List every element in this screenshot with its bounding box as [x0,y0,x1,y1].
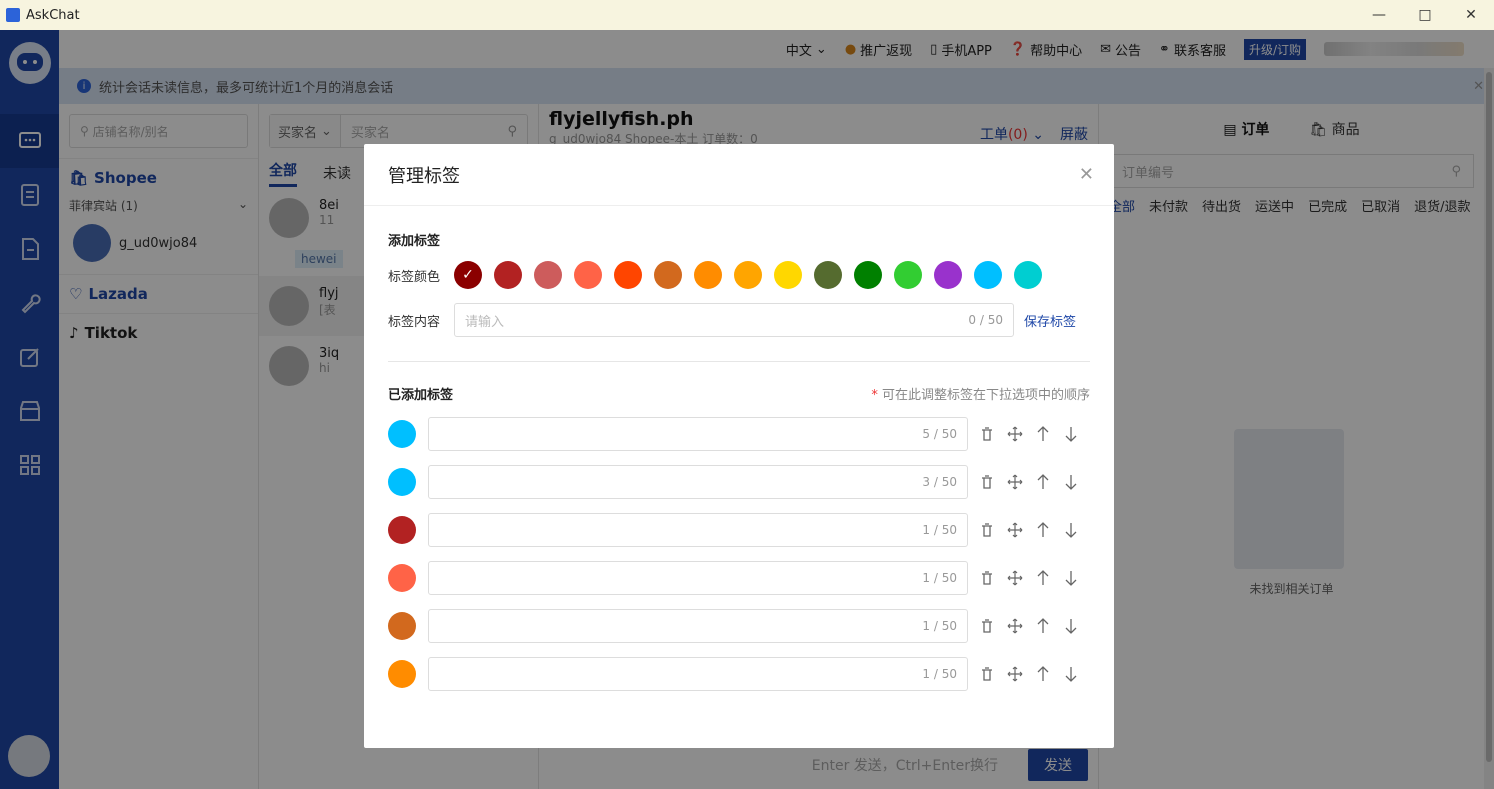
add-tag-heading: 添加标签 [388,234,441,249]
arrow-up-icon[interactable] [1034,617,1052,635]
tag-color-dot[interactable] [388,468,416,496]
color-swatch[interactable] [814,261,842,289]
tag-char-count: 1 / 50 [922,619,957,633]
color-swatch[interactable] [614,261,642,289]
color-swatch[interactable]: ✓ [454,261,482,289]
tag-row: 3 / 50 [388,465,1090,499]
tag-char-count: 1 / 50 [922,571,957,585]
color-swatch[interactable] [934,261,962,289]
color-swatch[interactable] [974,261,1002,289]
color-swatch[interactable] [854,261,882,289]
manage-tags-modal: 管理标签 ✕ 添加标签 标签颜色 ✓ 标签内容 请输入 0 / 50 保存标签 … [364,144,1114,748]
arrow-down-icon[interactable] [1062,425,1080,443]
close-window-button[interactable]: ✕ [1448,0,1494,30]
drag-move-icon[interactable] [1006,473,1024,491]
drag-move-icon[interactable] [1006,425,1024,443]
tag-row: 1 / 50 [388,561,1090,595]
modal-title: 管理标签 [388,165,460,187]
save-tag-button[interactable]: 保存标签 [1024,311,1076,330]
tag-row: 5 / 50 [388,417,1090,451]
arrow-up-icon[interactable] [1034,665,1052,683]
tag-name-input[interactable]: 1 / 50 [428,561,968,595]
window-titlebar: AskChat — □ ✕ [0,0,1494,30]
app-icon [6,8,20,22]
arrow-down-icon[interactable] [1062,569,1080,587]
tag-char-count: 5 / 50 [922,427,957,441]
tag-name-input[interactable]: 3 / 50 [428,465,968,499]
arrow-up-icon[interactable] [1034,473,1052,491]
tag-color-dot[interactable] [388,420,416,448]
close-icon[interactable]: ✕ [1079,164,1094,185]
tag-name-input[interactable]: 5 / 50 [428,417,968,451]
divider [388,361,1090,362]
arrow-down-icon[interactable] [1062,521,1080,539]
color-swatch[interactable] [494,261,522,289]
color-swatches: ✓ [454,261,1042,289]
color-swatch[interactable] [694,261,722,289]
tag-color-dot[interactable] [388,564,416,592]
tag-row: 1 / 50 [388,513,1090,547]
arrow-down-icon[interactable] [1062,473,1080,491]
tag-name-input[interactable]: 1 / 50 [428,609,968,643]
maximize-button[interactable]: □ [1402,0,1448,30]
tag-name-input[interactable]: 1 / 50 [428,513,968,547]
tag-color-dot[interactable] [388,516,416,544]
tag-name-input[interactable]: 1 / 50 [428,657,968,691]
check-icon: ✓ [462,267,474,283]
tag-color-dot[interactable] [388,612,416,640]
color-swatch[interactable] [574,261,602,289]
tag-char-count: 1 / 50 [922,667,957,681]
tag-char-count: 1 / 50 [922,523,957,537]
delete-icon[interactable] [978,473,996,491]
tag-row: 1 / 50 [388,657,1090,691]
tag-char-count: 3 / 50 [922,475,957,489]
color-swatch[interactable] [654,261,682,289]
color-swatch[interactable] [734,261,762,289]
tag-row: 1 / 50 [388,609,1090,643]
color-swatch[interactable] [1014,261,1042,289]
required-star: * [871,388,878,403]
tag-content-count: 0 / 50 [968,313,1003,327]
arrow-up-icon[interactable] [1034,521,1052,539]
tag-content-input[interactable]: 请输入 0 / 50 [454,303,1014,337]
minimize-button[interactable]: — [1356,0,1402,30]
arrow-up-icon[interactable] [1034,425,1052,443]
tag-content-placeholder: 请输入 [465,314,505,330]
delete-icon[interactable] [978,425,996,443]
drag-move-icon[interactable] [1006,521,1024,539]
delete-icon[interactable] [978,521,996,539]
drag-move-icon[interactable] [1006,617,1024,635]
arrow-down-icon[interactable] [1062,665,1080,683]
added-tags-list: 5 / 50 3 / 50 1 / 50 1 / 50 1 / 50 1 / 50 [388,417,1090,691]
arrow-down-icon[interactable] [1062,617,1080,635]
arrow-up-icon[interactable] [1034,569,1052,587]
delete-icon[interactable] [978,665,996,683]
color-swatch[interactable] [774,261,802,289]
color-swatch[interactable] [534,261,562,289]
drag-move-icon[interactable] [1006,665,1024,683]
color-swatch[interactable] [894,261,922,289]
drag-move-icon[interactable] [1006,569,1024,587]
order-hint-text: 可在此调整标签在下拉选项中的顺序 [881,388,1090,403]
tag-color-dot[interactable] [388,660,416,688]
window-title: AskChat [26,7,80,23]
added-tags-heading: 已添加标签 [388,388,454,403]
tag-content-label: 标签内容 [388,314,441,330]
delete-icon[interactable] [978,617,996,635]
order-hint: * 可在此调整标签在下拉选项中的顺序 [871,384,1090,403]
delete-icon[interactable] [978,569,996,587]
tag-color-label: 标签颜色 [388,269,441,285]
